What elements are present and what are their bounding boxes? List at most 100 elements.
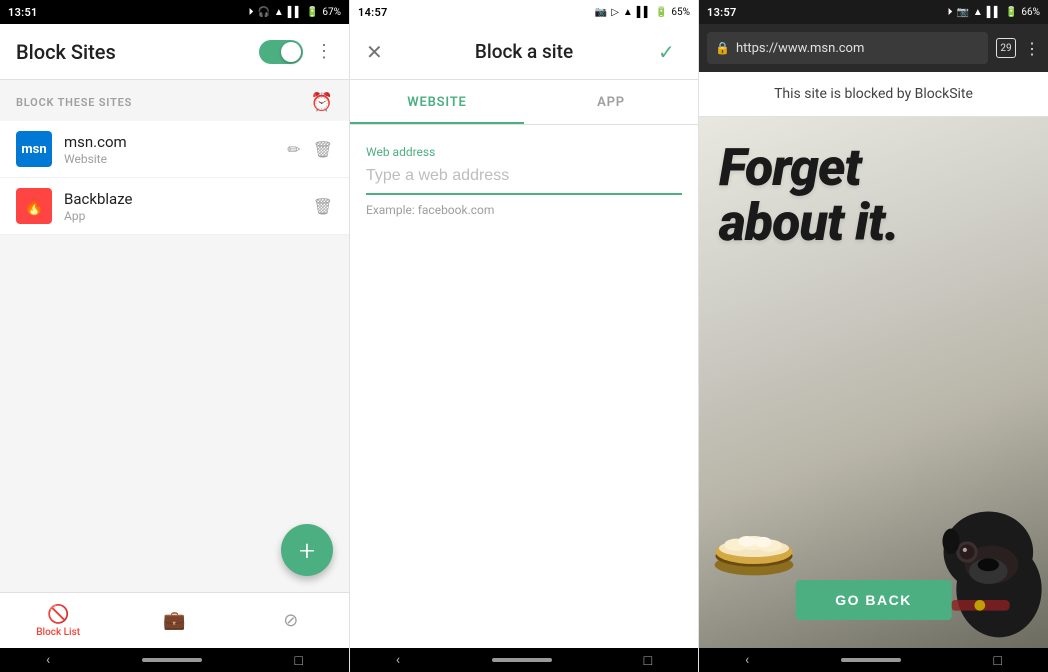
backblaze-logo: 🔥 xyxy=(24,197,44,216)
battery-icon-2: 🔋 xyxy=(655,7,667,18)
status-bar-2: 14:57 📷 ▷ ▲ ▌▌ 🔋 65% xyxy=(350,0,698,24)
site-list: msn msn.com Website ✏ 🗑 🔥 Backblaze App … xyxy=(0,121,349,512)
edit-icon-msn[interactable]: ✏ xyxy=(287,140,300,159)
status-time-3: 13:57 xyxy=(707,6,737,19)
alarm-icon[interactable]: ⏰ xyxy=(311,92,333,113)
home-pill-3[interactable] xyxy=(841,658,901,662)
status-bar-3: 13:57 ⏵ 📷 ▲ ▌▌ 🔋 66% xyxy=(699,0,1048,24)
plus-icon: + xyxy=(299,534,315,567)
status-icons-3: ⏵ 📷 ▲ ▌▌ 🔋 66% xyxy=(947,7,1040,18)
home-bar-2: ‹ □ xyxy=(350,648,698,672)
nav-block-list[interactable]: 🚫 Block List xyxy=(28,604,88,638)
tab-website-label: WEBSITE xyxy=(407,95,466,110)
url-text: https://www.msn.com xyxy=(736,41,980,56)
site-icon-backblaze: 🔥 xyxy=(16,188,52,224)
browser-bar: 🔒 https://www.msn.com 29 ⋮ xyxy=(699,24,1048,72)
tab-bar: WEBSITE APP xyxy=(350,80,698,125)
recent-apps-icon-2[interactable]: □ xyxy=(644,652,652,669)
site-info-msn: msn.com Website xyxy=(64,133,275,166)
close-icon[interactable]: ✕ xyxy=(366,40,390,64)
tab-app[interactable]: APP xyxy=(524,80,698,124)
share-icon-2: ▷ xyxy=(611,7,619,18)
browser-overflow-icon[interactable]: ⋮ xyxy=(1024,39,1040,58)
block-site-content: Web address Example: facebook.com xyxy=(350,125,698,648)
home-bar-1: ‹ □ xyxy=(0,648,349,672)
add-site-fab[interactable]: + xyxy=(281,524,333,576)
list-item: 🔥 Backblaze App 🗑 xyxy=(0,178,349,235)
headphones-icon: 🎧 xyxy=(257,7,269,18)
dog-svg xyxy=(918,488,1048,648)
signal-icon-2: ▌▌ xyxy=(637,7,651,18)
site-info-backblaze: Backblaze App xyxy=(64,190,301,223)
nav-browse[interactable]: 💼 xyxy=(144,610,204,631)
enable-toggle[interactable] xyxy=(259,40,303,64)
site-name-msn: msn.com xyxy=(64,133,275,151)
battery-icon-3: 🔋 xyxy=(1005,7,1017,18)
list-item: msn msn.com Website ✏ 🗑 xyxy=(0,121,349,178)
spotify-icon-3: ⏵ xyxy=(947,7,952,18)
tab-website[interactable]: WEBSITE xyxy=(350,80,524,124)
blocked-notice: This site is blocked by BlockSite xyxy=(699,72,1048,117)
recent-apps-icon-3[interactable]: □ xyxy=(993,652,1001,669)
status-bar-1: 13:51 ⏵ 🎧 ▲ ▌▌ 🔋 67% xyxy=(0,0,349,24)
section-header: BLOCK THESE SITES ⏰ xyxy=(0,80,349,121)
field-label: Web address xyxy=(366,145,682,159)
panel-blocked-site: 13:57 ⏵ 📷 ▲ ▌▌ 🔋 66% 🔒 https://www.msn.c… xyxy=(698,0,1048,672)
panel-block-a-site: 14:57 📷 ▷ ▲ ▌▌ 🔋 65% ✕ Block a site ✓ WE… xyxy=(349,0,698,672)
pie-svg xyxy=(709,508,799,578)
tab-count-badge[interactable]: 29 xyxy=(996,38,1016,58)
block-site-header: ✕ Block a site ✓ xyxy=(350,24,698,80)
overflow-menu-icon[interactable]: ⋮ xyxy=(315,41,333,62)
wifi-icon-3: ▲ xyxy=(973,7,983,18)
block-site-title: Block a site xyxy=(406,40,642,63)
home-pill-1[interactable] xyxy=(142,658,202,662)
go-back-button[interactable]: GO BACK xyxy=(795,580,952,620)
wifi-icon-2: ▲ xyxy=(623,7,633,18)
home-bar-3: ‹ □ xyxy=(699,648,1048,672)
site-actions-msn: ✏ 🗑 xyxy=(287,140,333,159)
fab-container: + xyxy=(0,512,349,592)
status-time-1: 13:51 xyxy=(8,6,38,19)
battery-text-3: 66% xyxy=(1021,7,1040,18)
recent-apps-icon[interactable]: □ xyxy=(294,652,302,669)
panel-block-sites: 13:51 ⏵ 🎧 ▲ ▌▌ 🔋 67% Block Sites ⋮ BLOCK… xyxy=(0,0,349,672)
toggle-knob xyxy=(281,42,301,62)
camera-icon-2: 📷 xyxy=(595,7,607,18)
web-address-input[interactable] xyxy=(366,163,682,195)
back-nav-icon-2[interactable]: ‹ xyxy=(396,652,400,668)
delete-icon-msn[interactable]: 🗑 xyxy=(313,140,333,159)
tab-app-label: APP xyxy=(597,95,625,110)
forget-line2: about it. xyxy=(719,192,899,253)
app-title-1: Block Sites xyxy=(16,40,116,64)
confirm-icon[interactable]: ✓ xyxy=(658,40,682,64)
forget-text: Forget about it. xyxy=(699,117,1048,260)
site-type-msn: Website xyxy=(64,152,275,166)
spotify-icon: ⏵ xyxy=(248,7,253,18)
signal-icon: ▌▌ xyxy=(288,7,302,18)
blocked-image-area: Forget about it. xyxy=(699,117,1048,648)
camera-icon-3: 📷 xyxy=(956,7,968,18)
header-actions: ⋮ xyxy=(259,40,333,64)
site-type-backblaze: App xyxy=(64,209,301,223)
bottom-nav-1: 🚫 Block List 💼 ⊘ xyxy=(0,592,349,648)
signal-icon-3: ▌▌ xyxy=(987,7,1001,18)
back-nav-icon-3[interactable]: ‹ xyxy=(745,652,749,668)
delete-icon-backblaze[interactable]: 🗑 xyxy=(313,197,333,216)
msn-logo-text: msn xyxy=(21,142,46,157)
block-list-icon: 🚫 xyxy=(47,604,69,625)
back-nav-icon[interactable]: ‹ xyxy=(46,652,50,668)
lock-icon: 🔒 xyxy=(715,41,730,55)
nav-block-list-label: Block List xyxy=(36,627,80,638)
status-time-2: 14:57 xyxy=(358,6,388,19)
browse-icon: 💼 xyxy=(163,610,185,631)
site-icon-msn: msn xyxy=(16,131,52,167)
battery-icon: 🔋 xyxy=(306,7,318,18)
battery-text-2: 65% xyxy=(671,7,690,18)
section-label: BLOCK THESE SITES xyxy=(16,96,132,109)
url-bar[interactable]: 🔒 https://www.msn.com xyxy=(707,32,988,64)
home-pill-2[interactable] xyxy=(492,658,552,662)
site-name-backblaze: Backblaze xyxy=(64,190,301,208)
status-icons-2: 📷 ▷ ▲ ▌▌ 🔋 65% xyxy=(595,7,690,18)
forget-line1: Forget xyxy=(719,137,861,198)
nav-settings[interactable]: ⊘ xyxy=(261,610,321,631)
